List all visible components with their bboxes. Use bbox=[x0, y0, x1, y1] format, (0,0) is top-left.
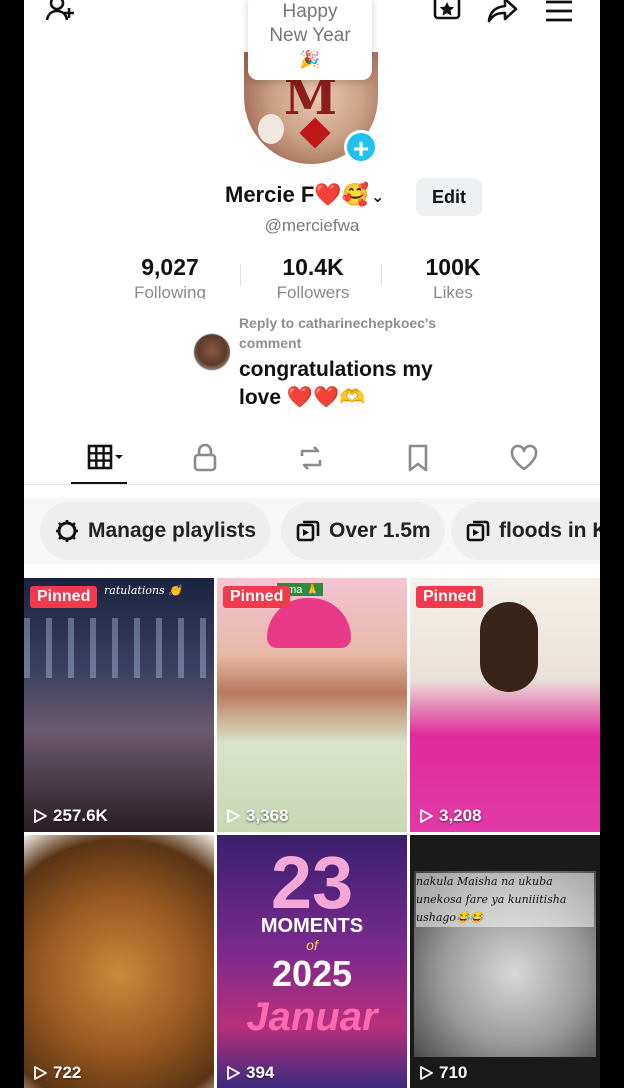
commenter-avatar[interactable] bbox=[193, 333, 231, 371]
bubble-line-2: New Year bbox=[269, 25, 351, 46]
party-popper-icon: 🎉 bbox=[299, 50, 321, 69]
chip-label: Manage playlists bbox=[88, 519, 257, 542]
overlay-number: 23 bbox=[270, 841, 354, 924]
view-count-text: 710 bbox=[439, 1063, 468, 1082]
chip-label: Over 1.5m bbox=[329, 519, 431, 542]
stage-lights-graphic bbox=[24, 618, 214, 678]
chip-playlist[interactable]: Over 1.5m bbox=[281, 502, 445, 560]
pinned-badge: Pinned bbox=[30, 586, 98, 608]
stat-label: Following bbox=[134, 283, 206, 299]
tab-reposts[interactable] bbox=[287, 436, 335, 480]
view-count-text: 3,368 bbox=[246, 806, 289, 825]
view-count-text: 394 bbox=[246, 1063, 275, 1082]
video-grid: ratulations 👏 Pinned 257.6K ama 🙏 Pinned… bbox=[24, 578, 600, 1088]
share-icon[interactable] bbox=[486, 0, 520, 28]
edit-profile-button[interactable]: Edit bbox=[416, 178, 482, 216]
grid-icon bbox=[87, 444, 123, 470]
stat-value: 100K bbox=[425, 254, 481, 280]
add-story-plus-icon[interactable]: + bbox=[344, 130, 378, 164]
stat-label: Likes bbox=[433, 283, 473, 299]
overlay-year: 2025 bbox=[271, 953, 353, 994]
gear-icon bbox=[56, 520, 78, 542]
profile-screen: Happy New Year 🎉 M + Mercie F❤️🥰 ⌄ Edit @… bbox=[24, 0, 600, 1088]
stat-label: Followers bbox=[276, 283, 350, 299]
profile-name-text: Mercie F❤️🥰 bbox=[225, 182, 370, 207]
view-count: 3,208 bbox=[418, 806, 482, 826]
stat-followers[interactable]: 10.4K Followers bbox=[248, 254, 378, 299]
view-count: 394 bbox=[225, 1063, 274, 1083]
video-caption: nakula Maisha na ukuba unekosa fare ya k… bbox=[416, 873, 594, 927]
pinned-badge: Pinned bbox=[416, 586, 484, 608]
profile-tabs bbox=[24, 436, 600, 485]
video-thumbnail[interactable]: ratulations 👏 Pinned 257.6K bbox=[24, 578, 214, 832]
view-count: 710 bbox=[418, 1063, 467, 1083]
playlist-chips: Manage playlists Over 1.5m floods in K bbox=[24, 498, 600, 564]
play-outline-icon bbox=[227, 1066, 240, 1080]
view-count: 257.6K bbox=[32, 806, 108, 826]
playlist-icon bbox=[466, 520, 490, 542]
video-thumbnail[interactable]: 23 MOMENTS of 2025 Januar 394 bbox=[217, 835, 407, 1088]
heart-outline-icon bbox=[510, 444, 538, 471]
bubble-line-1: Happy bbox=[282, 1, 338, 22]
add-friend-icon[interactable] bbox=[44, 0, 78, 28]
chip-playlist[interactable]: floods in K bbox=[451, 502, 600, 560]
view-count-text: 3,208 bbox=[439, 806, 482, 825]
creator-tools-icon[interactable] bbox=[430, 0, 464, 28]
overlay-month: Januar bbox=[246, 995, 378, 1039]
teddy-bear-graphic bbox=[258, 114, 284, 144]
stat-divider bbox=[381, 264, 382, 286]
stat-following[interactable]: 9,027 Following bbox=[105, 254, 235, 299]
tab-private[interactable] bbox=[181, 436, 229, 480]
stat-divider bbox=[240, 264, 241, 286]
tab-liked[interactable] bbox=[500, 436, 548, 480]
new-year-bubble[interactable]: Happy New Year 🎉 bbox=[248, 0, 372, 80]
chip-label: floods in K bbox=[499, 519, 600, 542]
view-count-text: 722 bbox=[53, 1063, 82, 1082]
reply-text: congratulations my love ❤️❤️🫶 bbox=[239, 358, 433, 409]
stat-value: 10.4K bbox=[282, 254, 344, 280]
tabs-divider bbox=[24, 484, 600, 485]
profile-name[interactable]: Mercie F❤️🥰 ⌄ bbox=[225, 182, 384, 208]
play-outline-icon bbox=[34, 809, 47, 823]
tab-videos[interactable] bbox=[78, 436, 134, 480]
overlay-of: of bbox=[306, 937, 318, 953]
video-thumbnail[interactable]: Pinned 3,208 bbox=[410, 578, 600, 832]
play-outline-icon bbox=[420, 1066, 433, 1080]
bookmark-icon bbox=[408, 444, 428, 472]
chevron-down-icon[interactable]: ⌄ bbox=[371, 189, 384, 206]
chip-manage-playlists[interactable]: Manage playlists bbox=[40, 502, 271, 560]
play-outline-icon bbox=[227, 809, 240, 823]
person-graphic bbox=[480, 602, 538, 692]
view-count: 3,368 bbox=[225, 806, 289, 826]
video-thumbnail[interactable]: ama 🙏 Pinned 3,368 bbox=[217, 578, 407, 832]
video-thumbnail[interactable]: nakula Maisha na ukuba unekosa fare ya k… bbox=[410, 835, 600, 1088]
pinned-badge: Pinned bbox=[223, 586, 291, 608]
video-caption: ratulations 👏 bbox=[104, 584, 182, 597]
lock-icon bbox=[193, 443, 217, 472]
video-thumbnail[interactable]: 722 bbox=[24, 835, 214, 1088]
reply-header: Reply to catharinechepkoec's comment bbox=[239, 315, 437, 351]
username-handle: @merciefwa bbox=[264, 216, 360, 235]
play-outline-icon bbox=[34, 1066, 47, 1080]
stat-likes[interactable]: 100K Likes bbox=[388, 254, 518, 299]
play-outline-icon bbox=[420, 809, 433, 823]
menu-icon[interactable] bbox=[542, 0, 576, 28]
overlay-moments: MOMENTS bbox=[260, 915, 364, 937]
stat-value: 9,027 bbox=[141, 254, 199, 280]
tab-favorites[interactable] bbox=[394, 436, 442, 480]
repost-icon bbox=[300, 446, 322, 470]
playlist-icon bbox=[296, 520, 320, 542]
view-count: 722 bbox=[32, 1063, 81, 1083]
view-count-text: 257.6K bbox=[53, 806, 108, 825]
